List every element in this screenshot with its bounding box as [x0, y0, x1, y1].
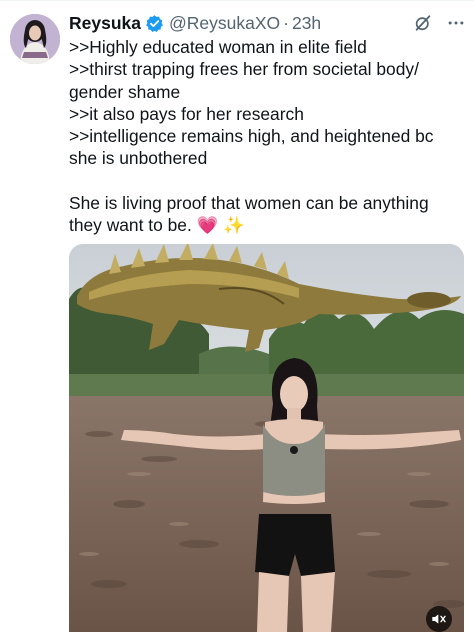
tweet-media[interactable] — [69, 244, 464, 632]
tweet-header: Reysuka @ReysukaXO · 23h — [69, 11, 466, 35]
avatar-image — [10, 14, 60, 64]
tweet-timestamp[interactable]: 23h — [292, 13, 321, 34]
top-divider — [0, 0, 474, 1]
verified-badge-icon — [145, 14, 164, 33]
speaker-muted-icon — [432, 614, 446, 624]
avatar[interactable] — [10, 14, 60, 64]
separator-dot: · — [283, 12, 289, 33]
author-name[interactable]: Reysuka — [69, 13, 141, 34]
media-photo — [69, 244, 464, 632]
more-icon[interactable] — [446, 14, 466, 37]
mute-button[interactable] — [426, 606, 452, 632]
author-handle[interactable]: @ReysukaXO — [169, 13, 280, 34]
grok-icon[interactable] — [414, 14, 432, 37]
tweet-text: >>Highly educated woman in elite field >… — [69, 37, 434, 236]
